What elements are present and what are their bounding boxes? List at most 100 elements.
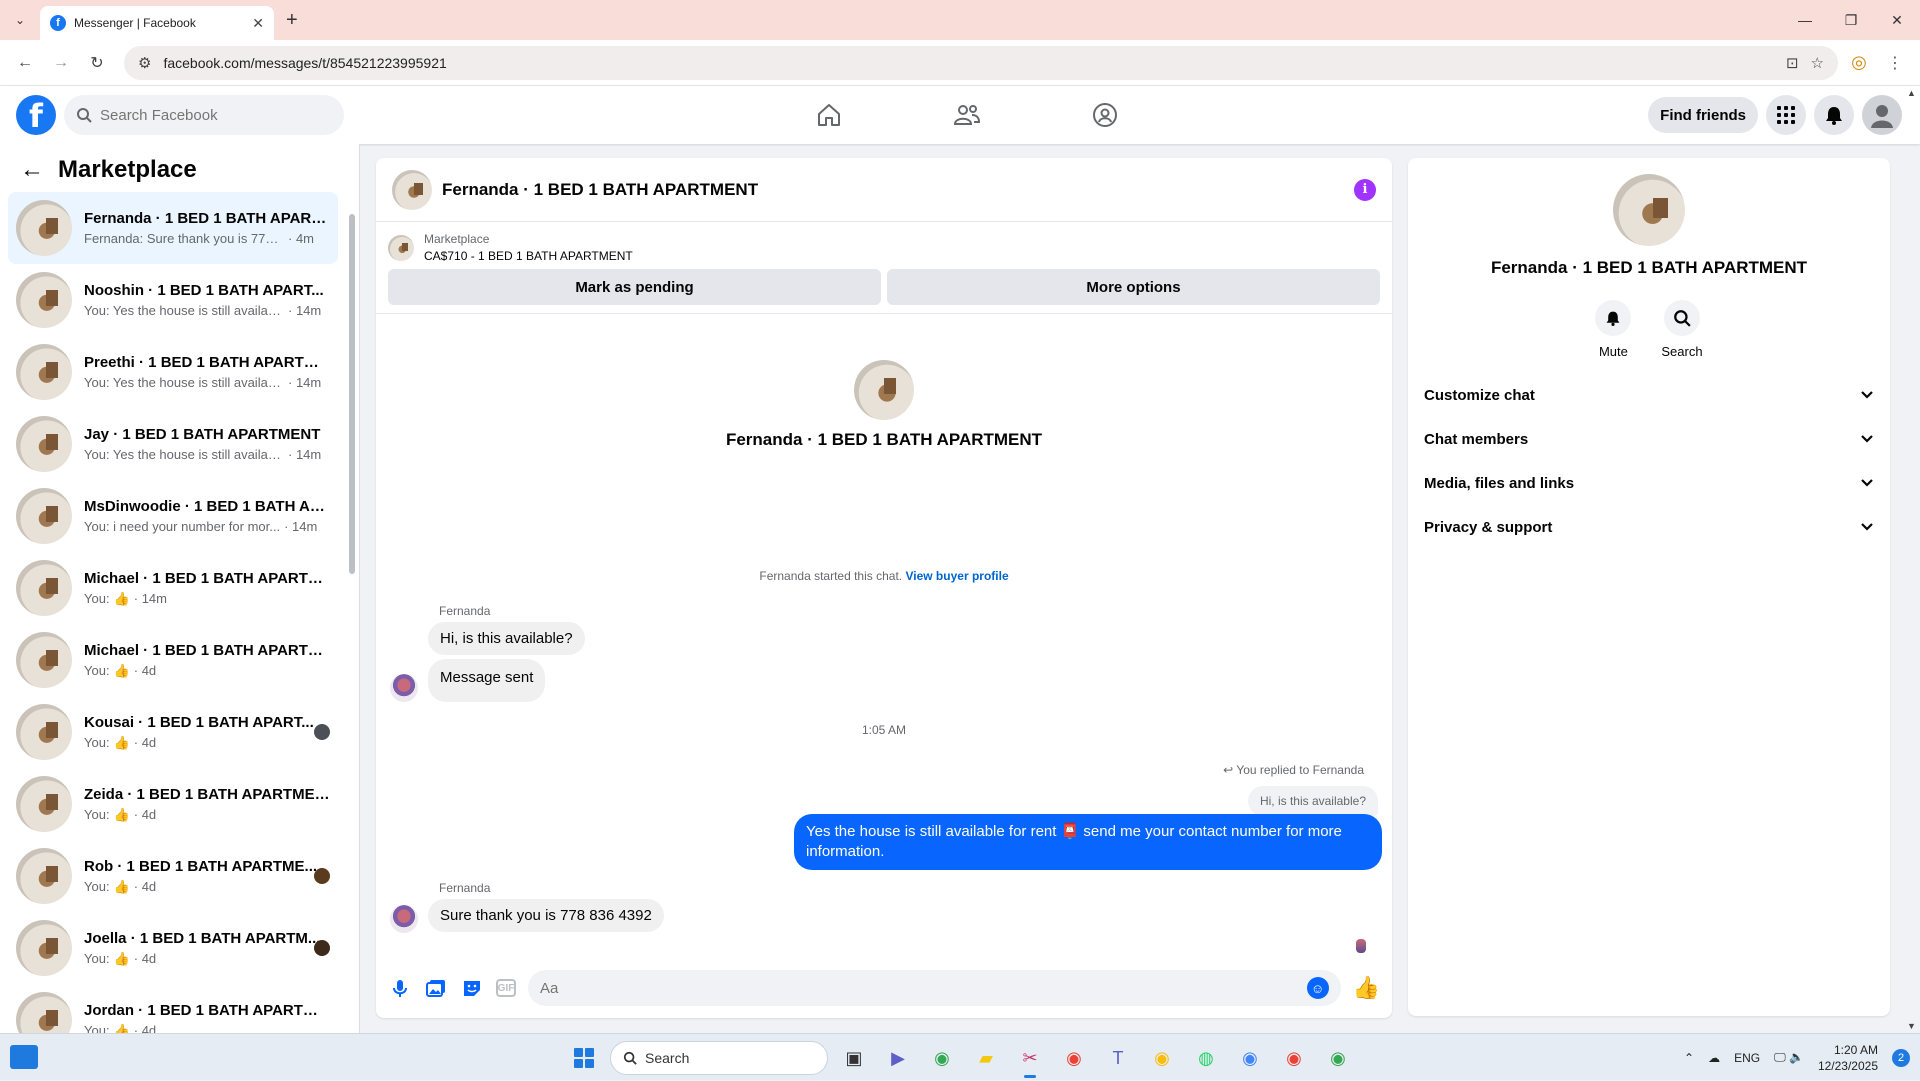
reload-icon[interactable]: ↻ <box>82 48 112 78</box>
conversation-item[interactable]: Michael · 1 BED 1 BATH APARTM... You: 👍 · 4… <box>8 624 338 696</box>
whatsapp-icon[interactable]: ◍ <box>1188 1040 1224 1076</box>
mark-as-pending-button[interactable]: Mark as pending <box>388 269 881 305</box>
nav-groups[interactable] <box>1036 86 1174 144</box>
message-input[interactable] <box>540 979 1307 997</box>
conversation-item[interactable]: Rob · 1 BED 1 BATH APARTME... You: 👍 · 4d <box>8 840 338 912</box>
chrome-profile-4-icon[interactable]: ◉ <box>1276 1040 1312 1076</box>
widgets-icon[interactable] <box>10 1045 38 1069</box>
url-field[interactable]: ⚙ facebook.com/messages/t/85452122399592… <box>124 45 1838 80</box>
info-section[interactable]: Customize chat <box>1424 373 1874 417</box>
find-friends-button[interactable]: Find friends <box>1648 97 1758 133</box>
sender-avatar[interactable] <box>390 905 418 933</box>
conversation-item[interactable]: Kousai · 1 BED 1 BATH APART... You: 👍 · 4d <box>8 696 338 768</box>
search-in-chat-button[interactable]: Search <box>1661 300 1703 359</box>
gif-icon[interactable]: GIF <box>496 979 516 997</box>
sender-name: Fernanda <box>439 604 491 618</box>
microphone-icon[interactable] <box>388 976 412 1000</box>
network-volume-icon[interactable]: 🖵 🔈 <box>1774 1050 1804 1065</box>
thumbs-up-send-icon[interactable]: 👍 <box>1353 975 1380 1001</box>
snippet-text: Fernanda: Sure thank you is 778 8... <box>84 231 284 246</box>
chat-avatar[interactable] <box>392 169 432 210</box>
sticker-icon[interactable] <box>460 976 484 1000</box>
info-avatar[interactable] <box>1613 174 1685 246</box>
chrome-profile-5-icon[interactable]: ◉ <box>1320 1040 1356 1076</box>
scroll-down-icon[interactable]: ▼ <box>1907 1021 1916 1031</box>
browser-menu-icon[interactable]: ⋮ <box>1880 48 1910 78</box>
info-section[interactable]: Privacy & support <box>1424 505 1874 549</box>
language-indicator[interactable]: ENG <box>1734 1051 1760 1065</box>
browser-profile-icon[interactable]: ◎ <box>1844 48 1874 78</box>
outgoing-message[interactable]: Yes the house is still available for ren… <box>794 814 1382 870</box>
site-info-icon[interactable]: ⚙ <box>138 54 151 72</box>
info-section[interactable]: Media, files and links <box>1424 461 1874 505</box>
forward-icon[interactable]: → <box>46 48 76 78</box>
incoming-message[interactable]: Message sent <box>428 659 546 702</box>
new-tab-icon[interactable]: + <box>286 9 298 32</box>
sidebar-scrollbar[interactable] <box>348 200 356 1030</box>
chrome-icon[interactable]: ◉ <box>1056 1040 1092 1076</box>
tab-close-icon[interactable]: ✕ <box>252 15 264 32</box>
conversation-item[interactable]: Joella · 1 BED 1 BATH APARTM... You: 👍 · 4d <box>8 912 338 984</box>
nav-home[interactable] <box>760 86 898 144</box>
page-scrollbar[interactable]: ▲ ▼ <box>1904 86 1920 1033</box>
browser-tab[interactable]: f Messenger | Facebook ✕ <box>40 6 274 40</box>
chrome-profile-3-icon[interactable]: ◉ <box>1232 1040 1268 1076</box>
conversation-name: Zeida · 1 BED 1 BATH APARTMENT <box>84 785 330 803</box>
snippet-time: · 14m <box>284 519 318 534</box>
chrome-profile-2-icon[interactable]: ◉ <box>1144 1040 1180 1076</box>
mute-button[interactable]: Mute <box>1595 300 1632 359</box>
chrome-profile-1-icon[interactable]: ◉ <box>924 1040 960 1076</box>
incoming-message[interactable]: Sure thank you is 778 836 4392 <box>428 899 664 932</box>
bookmark-star-icon[interactable]: ☆ <box>1811 54 1824 72</box>
conversation-item[interactable]: Michael · 1 BED 1 BATH APARTM... You: 👍 · 1… <box>8 552 338 624</box>
account-avatar[interactable] <box>1862 95 1902 135</box>
snippet-time: · 4d <box>133 806 157 822</box>
conversation-info-icon[interactable]: i <box>1354 178 1376 201</box>
conversation-item[interactable]: Jay · 1 BED 1 BATH APARTMENT You: Yes the… <box>8 408 338 480</box>
view-buyer-profile-link[interactable]: View buyer profile <box>905 569 1008 583</box>
onedrive-icon[interactable]: ☁ <box>1708 1051 1720 1065</box>
snipping-tool-icon[interactable]: ✂ <box>1012 1040 1048 1078</box>
conversation-item[interactable]: MsDinwoodie · 1 BED 1 BATH AP... You: i n… <box>8 480 338 552</box>
conversation-item[interactable]: Nooshin · 1 BED 1 BATH APART... You: Yes … <box>8 264 338 336</box>
sidebar-scroll-thumb[interactable] <box>349 214 355 574</box>
back-icon[interactable]: ← <box>10 48 40 78</box>
facebook-logo-icon[interactable]: f <box>16 95 56 135</box>
meet-app-icon[interactable]: ▶ <box>880 1040 916 1076</box>
tray-overflow-icon[interactable]: ⌃ <box>1684 1051 1694 1065</box>
scroll-up-icon[interactable]: ▲ <box>1907 88 1916 98</box>
clock[interactable]: 1:20 AM 12/23/2025 <box>1818 1042 1878 1074</box>
window-close-icon[interactable]: ✕ <box>1874 0 1920 40</box>
conversation-thumbnail <box>16 704 72 760</box>
install-app-icon[interactable]: ⊡ <box>1786 54 1799 72</box>
more-options-button[interactable]: More options <box>887 269 1380 305</box>
tab-search-chevron-icon[interactable]: ⌄ <box>6 6 34 34</box>
facebook-search[interactable] <box>64 95 344 135</box>
conversation-item[interactable]: Fernanda · 1 BED 1 BATH APART... Fernanda… <box>8 192 338 264</box>
sender-avatar[interactable] <box>390 674 418 702</box>
task-view-icon[interactable]: ▣ <box>836 1040 872 1076</box>
restore-icon[interactable]: ❐ <box>1828 0 1874 40</box>
listing-info[interactable]: Marketplace CA$710 - 1 BED 1 BATH APARTM… <box>388 232 1380 263</box>
start-button[interactable] <box>566 1040 602 1076</box>
notification-badge[interactable]: 2 <box>1892 1048 1910 1067</box>
conversation-item[interactable]: Preethi · 1 BED 1 BATH APARTME... You: Ye… <box>8 336 338 408</box>
teams-icon[interactable]: T <box>1100 1040 1136 1076</box>
notifications-button[interactable] <box>1814 95 1854 135</box>
back-arrow-icon[interactable]: ← <box>20 156 44 184</box>
facebook-search-input[interactable] <box>100 106 320 124</box>
message-input-box[interactable]: ☺ <box>528 970 1341 1006</box>
emoji-icon[interactable]: ☺ <box>1306 977 1329 999</box>
incoming-message[interactable]: Hi, is this available? <box>428 622 585 655</box>
quoted-message[interactable]: Hi, is this available? <box>1247 786 1378 816</box>
menu-grid-button[interactable] <box>1766 95 1806 135</box>
sticky-notes-icon[interactable]: ▰ <box>968 1040 1004 1076</box>
conversation-item[interactable]: Zeida · 1 BED 1 BATH APARTMENT You: 👍 · 4d <box>8 768 338 840</box>
nav-friends[interactable] <box>898 86 1036 144</box>
taskbar-search[interactable]: Search <box>610 1041 828 1075</box>
conversation-item[interactable]: Jordan · 1 BED 1 BATH APARTME... You: 👍 · 4… <box>8 984 338 1033</box>
info-section[interactable]: Chat members <box>1424 417 1874 461</box>
chat-title[interactable]: Fernanda · 1 BED 1 BATH APARTMENT <box>442 180 1354 200</box>
photo-icon[interactable] <box>424 976 448 1000</box>
minimize-icon[interactable]: — <box>1782 0 1828 40</box>
